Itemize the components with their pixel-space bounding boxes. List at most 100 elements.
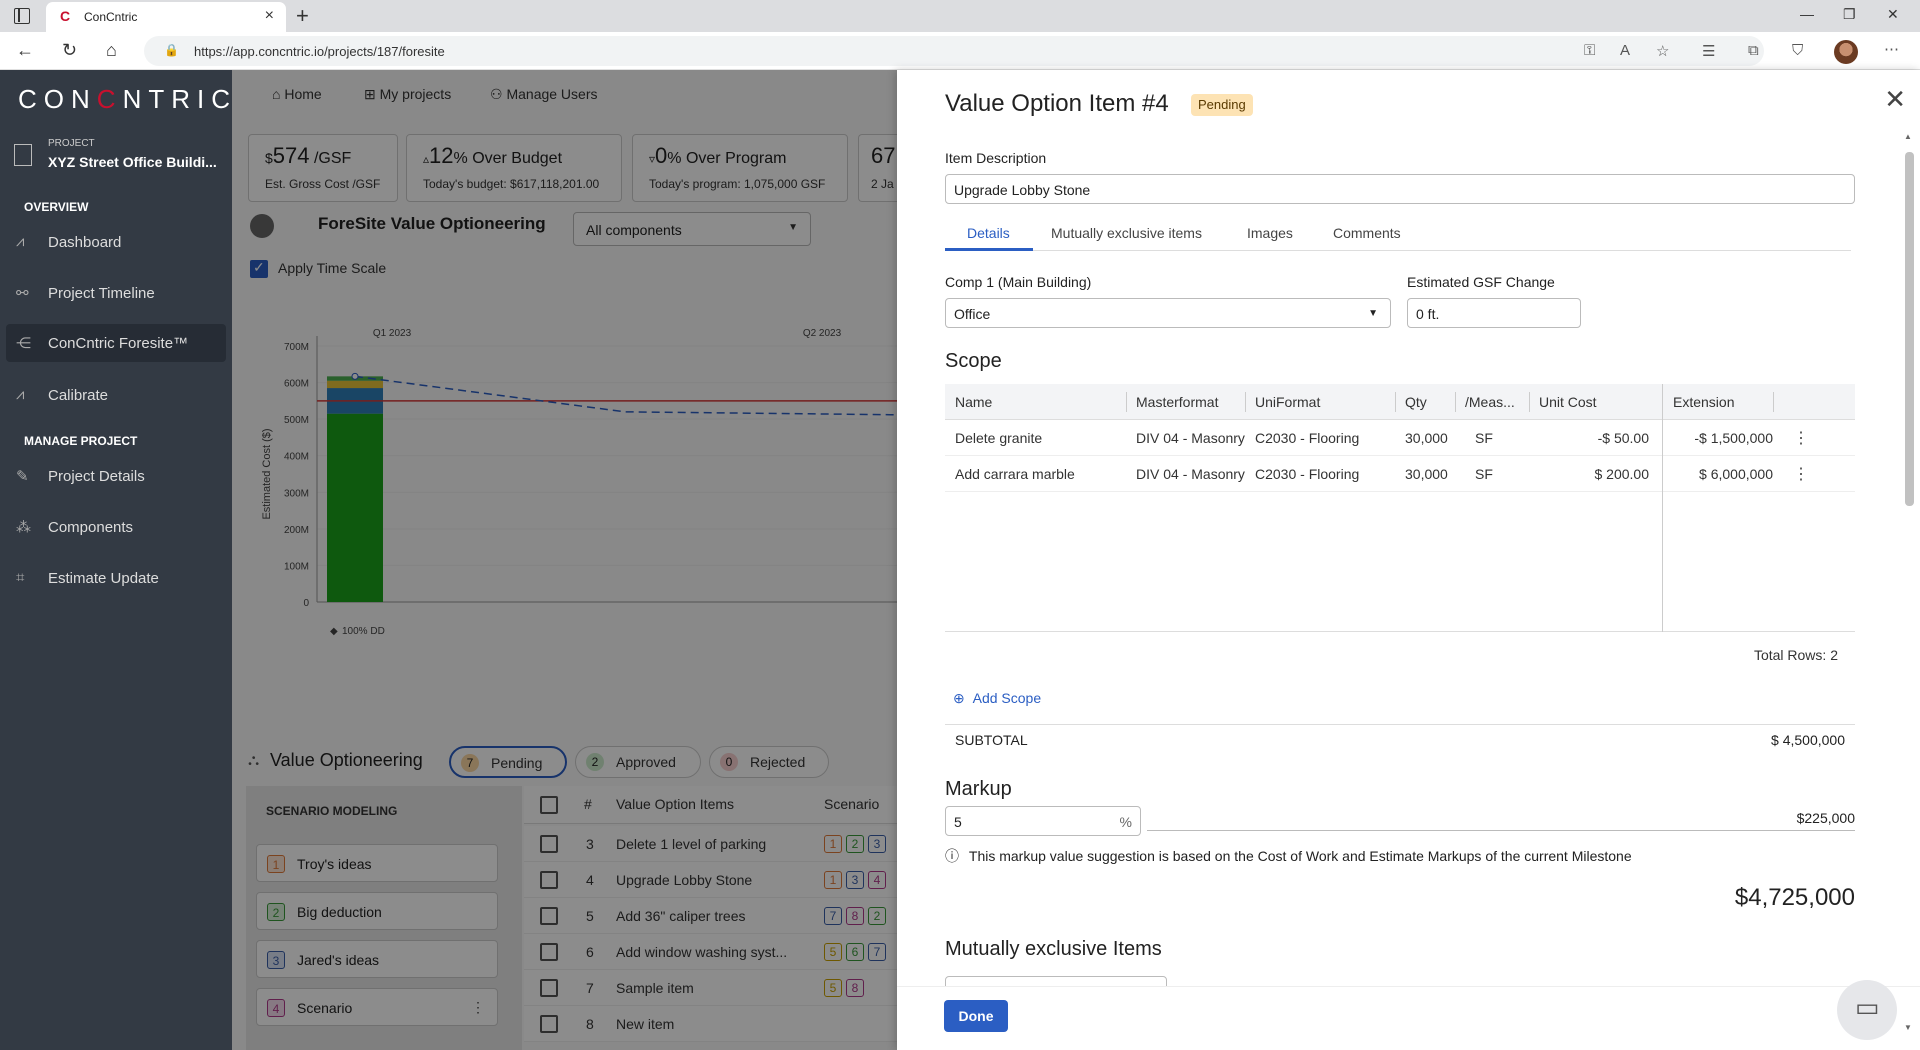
overview-header: OVERVIEW [24,200,89,214]
sidebar-item-project-details[interactable]: ✎ Project Details [6,457,226,495]
tab-close-icon[interactable]: × [265,7,274,25]
col-divider[interactable] [1126,392,1127,412]
cell-masterformat[interactable]: DIV 04 - Masonry [1136,430,1248,446]
subtotal-label: SUBTOTAL [955,732,1028,748]
manage-project-header: MANAGE PROJECT [24,434,138,448]
restore-icon[interactable]: ❐ [1843,6,1856,23]
col-qty[interactable]: Qty [1405,394,1427,410]
subtotal-value: $ 4,500,000 [1771,732,1845,748]
cell-unit-cost[interactable]: $ 200.00 [1539,466,1650,482]
markup-input[interactable]: 5 % [945,806,1141,836]
comp-select-value: Office [954,306,991,322]
col-unit-cost[interactable]: Unit Cost [1539,394,1597,410]
more-menu-icon[interactable]: ⋯ [1884,40,1899,58]
project-name[interactable]: XYZ Street Office Buildi... [48,154,217,170]
cell-name[interactable]: Add carrara marble [955,466,1125,482]
sidebar-item-foresite[interactable]: ⋲ ConCntric Foresite™ [6,324,226,362]
browser-essentials-icon[interactable]: ⛉ [1792,42,1803,59]
col-masterformat[interactable]: Masterformat [1136,394,1218,410]
cell-qty[interactable]: 30,000 [1405,430,1455,446]
gsf-change-value: 0 ft. [1416,306,1440,322]
col-measure[interactable]: /Meas... [1465,394,1515,410]
scrollbar-thumb[interactable] [1905,152,1914,506]
tab-mutually-exclusive[interactable]: Mutually exclusive items [1051,225,1202,241]
minimize-icon[interactable]: — [1800,6,1814,22]
cell-qty[interactable]: 30,000 [1405,466,1455,482]
cell-uniformat[interactable]: C2030 - Flooring [1255,466,1393,482]
add-scope-label: Add Scope [972,690,1042,706]
caret-down-icon: ▼ [1368,308,1378,319]
sidebar-item-calibrate[interactable]: ⩘ Calibrate [6,376,226,414]
tab-details[interactable]: Details [967,225,1010,241]
timeline-icon: ⚯ [16,285,29,302]
comp-select[interactable]: Office ▼ [945,298,1391,328]
cell-measure[interactable]: SF [1475,430,1515,446]
gsf-change-input[interactable]: 0 ft. [1407,298,1581,328]
scroll-up-icon[interactable]: ▲ [1904,132,1912,141]
browser-tab-bar: C ConCntric × + — ❐ ✕ [0,0,1920,32]
concntric-logo[interactable]: CONCNTRIC [18,84,237,115]
key-icon[interactable]: ⚿ [1584,42,1595,59]
favorites-icon[interactable]: ☰ [1702,42,1715,60]
sidebar-item-dashboard[interactable]: ⩘ Dashboard [6,223,226,261]
read-aloud-icon[interactable]: A [1620,42,1630,59]
col-name[interactable]: Name [955,394,992,410]
collections-icon[interactable]: ⧉ [1748,42,1759,59]
markup-amount: $225,000 [1796,810,1855,826]
col-divider[interactable] [1395,392,1396,412]
add-circle-icon: ⊕ [953,690,965,706]
chat-support-button[interactable] [1837,980,1897,1040]
browser-tab[interactable]: C ConCntric × [46,2,286,32]
cell-unit-cost[interactable]: -$ 50.00 [1539,430,1649,446]
cell-extension: $ 6,000,000 [1699,466,1773,482]
add-scope-button[interactable]: ⊕ Add Scope [953,690,1041,707]
grand-total: $4,725,000 [1734,884,1855,911]
cell-masterformat[interactable]: DIV 04 - Masonry [1136,466,1248,482]
calibrate-icon: ⩘ [16,386,25,403]
comp-label: Comp 1 (Main Building) [945,274,1092,290]
done-button[interactable]: Done [944,1000,1008,1032]
estimate-update-icon: ⌗ [16,569,25,586]
back-icon[interactable]: ← [16,40,34,61]
cell-measure[interactable]: SF [1475,466,1515,482]
add-favorite-icon[interactable]: ☆ [1656,42,1669,60]
cell-uniformat[interactable]: C2030 - Flooring [1255,430,1393,446]
drawer-footer [897,986,1920,1050]
tab-images[interactable]: Images [1247,225,1293,241]
refresh-icon[interactable]: ↻ [62,40,77,61]
sidebar: CONCNTRIC PROJECT XYZ Street Office Buil… [0,70,232,1050]
sidebar-item-project-timeline[interactable]: ⚯ Project Timeline [6,274,226,312]
window-close-icon[interactable]: ✕ [1887,6,1899,23]
col-divider[interactable] [1529,392,1530,412]
profile-avatar[interactable] [1834,40,1858,64]
url-field[interactable]: 🔒 https://app.concntric.io/projects/187/… [144,36,1764,66]
cell-name[interactable]: Delete granite [955,430,1125,446]
col-divider[interactable] [1245,392,1246,412]
sidebar-item-estimate-update[interactable]: ⌗ Estimate Update [6,559,226,597]
new-tab-icon[interactable]: + [296,3,309,29]
col-extension[interactable]: Extension [1673,394,1734,410]
scope-row[interactable]: Add carrara marble DIV 04 - Masonry C203… [945,456,1855,492]
status-badge: Pending [1191,94,1253,116]
scope-grid-header: Name Masterformat UniFormat Qty /Meas...… [945,384,1855,420]
tab-comments[interactable]: Comments [1333,225,1401,241]
modal-backdrop[interactable] [232,70,897,1050]
col-divider[interactable] [1773,392,1774,412]
sidebar-item-components[interactable]: ⁂ Components [6,508,226,546]
row-menu-icon[interactable]: ⋮ [1793,464,1809,484]
row-menu-icon[interactable]: ⋮ [1793,428,1809,448]
building-icon [14,144,32,166]
col-uniformat[interactable]: UniFormat [1255,394,1320,410]
col-divider[interactable] [1455,392,1456,412]
lock-icon[interactable]: 🔒 [164,43,179,57]
tab-actions-icon[interactable] [14,8,30,24]
scope-row[interactable]: Delete granite DIV 04 - Masonry C2030 - … [945,420,1855,456]
close-icon[interactable]: ✕ [1884,84,1906,115]
drawer-scrollbar[interactable]: ▲ ▼ [1902,132,1916,1032]
item-description-input[interactable]: Upgrade Lobby Stone [945,174,1855,204]
scroll-down-icon[interactable]: ▼ [1904,1023,1912,1032]
divider [945,724,1855,725]
gsf-change-label: Estimated GSF Change [1407,274,1555,290]
home-icon[interactable]: ⌂ [106,40,117,61]
markup-title: Markup [945,778,1012,800]
